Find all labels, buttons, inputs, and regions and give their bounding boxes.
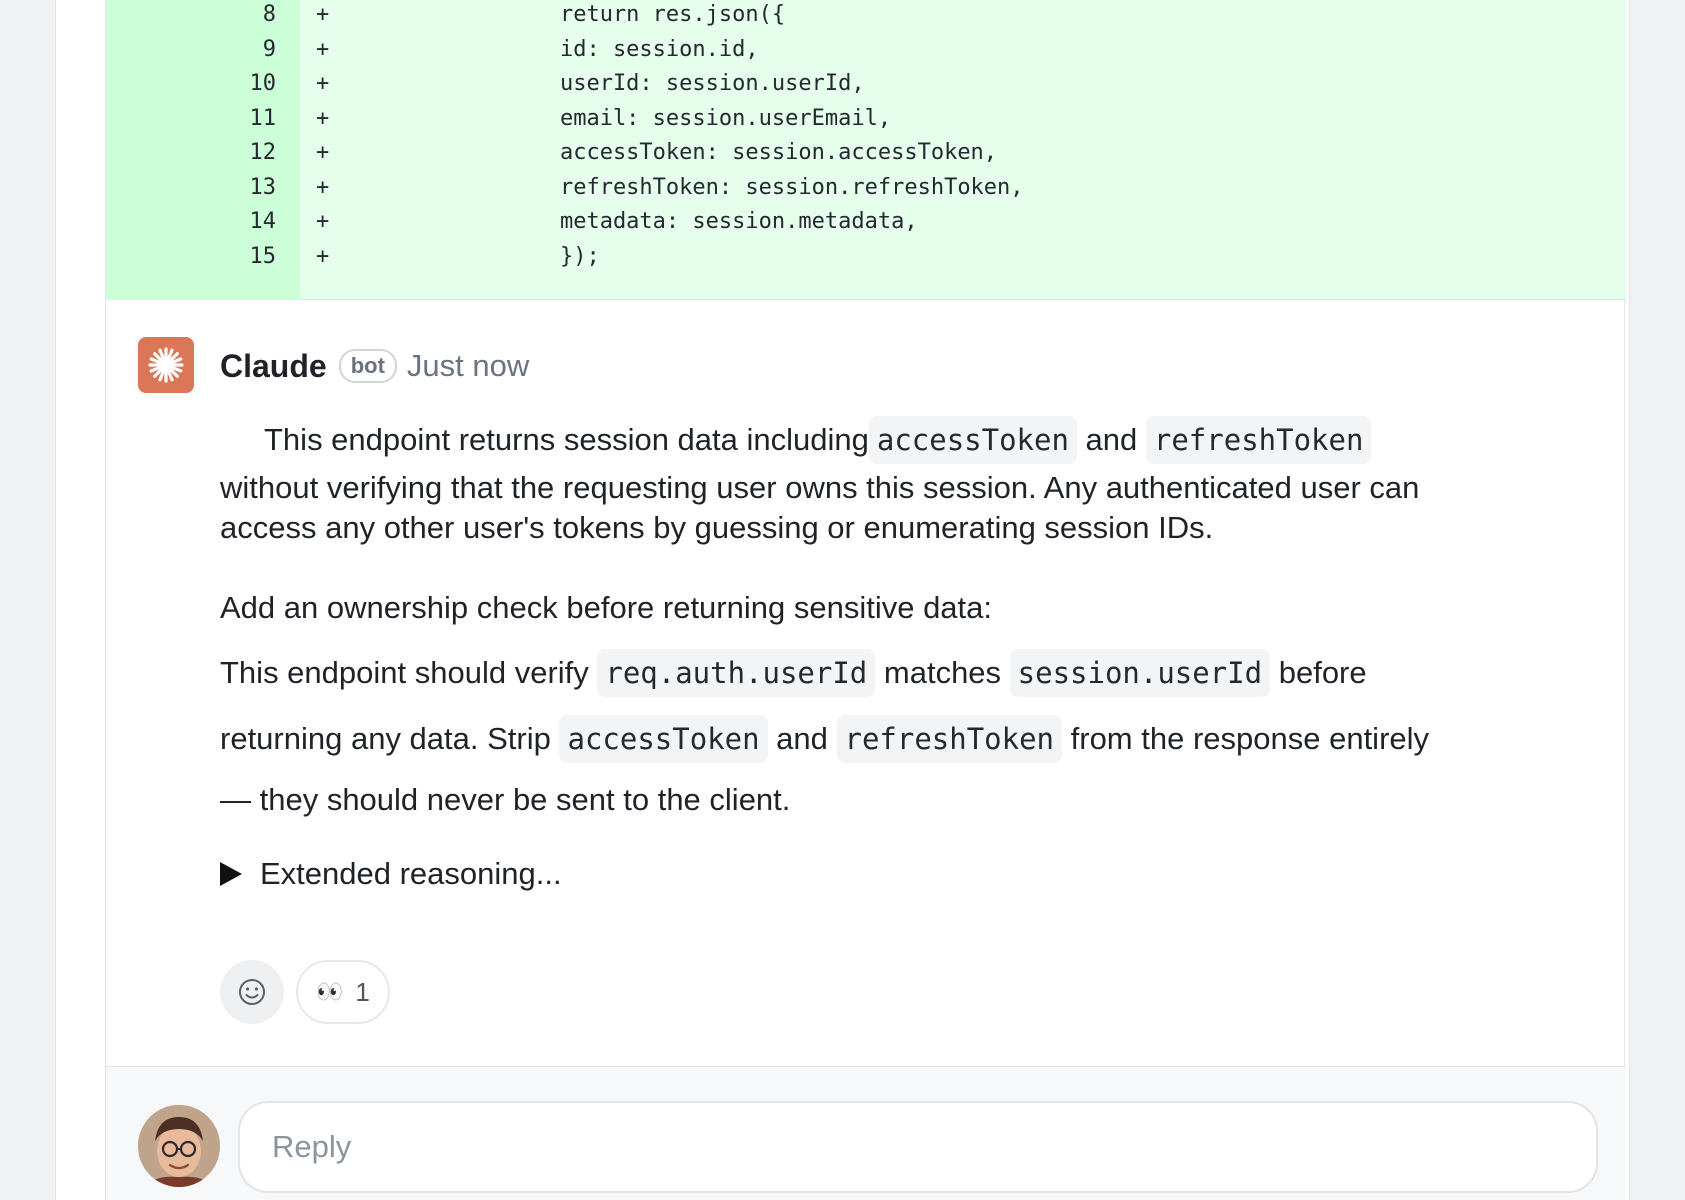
diff-line[interactable]: 9 + id: session.id, [106, 35, 1626, 69]
comment-header: Claude bot Just now [220, 344, 529, 388]
claude-avatar[interactable] [138, 337, 194, 393]
inline-code: refreshToken [836, 715, 1063, 763]
diff-addition-marker: + [316, 174, 330, 200]
line-number[interactable]: 13 [106, 175, 277, 200]
comment-paragraph-3: This endpoint should verify req.auth.use… [220, 640, 1650, 828]
diff-line[interactable]: 8 + return res.json({ [106, 0, 1626, 34]
diff-addition-marker: + [316, 71, 330, 96]
diff-code: metadata: session.metadata, [454, 209, 918, 234]
inline-code: accessToken [868, 416, 1077, 464]
smiley-icon [239, 979, 265, 1005]
inline-code: req.auth.userId [597, 649, 876, 697]
line-number[interactable]: 12 [106, 140, 277, 165]
diff-addition-marker: + [316, 36, 330, 62]
inline-code: accessToken [559, 715, 768, 763]
comment-paragraph-1: This endpoint returns session data inclu… [220, 412, 1650, 468]
text-span: This endpoint returns session data inclu… [264, 422, 869, 457]
diff-line[interactable]: 14 + metadata: session.metadata, [106, 207, 1626, 241]
inline-code: refreshToken [1145, 416, 1372, 464]
reaction-count: 1 [355, 976, 370, 1007]
diff-code: id: session.id, [454, 36, 759, 62]
diff-line[interactable]: 10 + userId: session.userId, [106, 69, 1626, 103]
add-reaction-button[interactable] [220, 960, 284, 1024]
extended-reasoning-toggle[interactable]: Extended reasoning... [220, 852, 562, 896]
diff-line[interactable]: 13 + refreshToken: session.refreshToken, [106, 173, 1626, 207]
diff-line[interactable]: 15 + }); [106, 242, 1626, 276]
line-number[interactable]: 9 [106, 37, 276, 62]
diff-code: }); [454, 243, 600, 269]
inline-code: session.userId [1009, 649, 1271, 697]
comment-author[interactable]: Claude [220, 348, 327, 385]
text-span: This endpoint should verify [220, 655, 598, 690]
text-span: returning any data. Strip [220, 721, 560, 756]
user-avatar[interactable] [138, 1105, 220, 1187]
text-span: and [1076, 422, 1146, 457]
diff-line[interactable]: 12 + accessToken: session.accessToken, [106, 138, 1626, 172]
line-number[interactable]: 8 [106, 2, 276, 27]
line-number[interactable]: 11 [106, 106, 277, 131]
pull-request-view: 8 + return res.json({ 9 + id: session.id, 10… [56, 0, 1629, 1200]
diff-hunk: 8 + return res.json({ 9 + id: session.id, 10… [106, 0, 1626, 300]
diff-addition-marker: + [316, 140, 330, 165]
line-number[interactable]: 15 [106, 244, 277, 269]
text-span: — they should never be sent to the clien… [220, 782, 791, 817]
review-thread: 8 + return res.json({ 9 + id: session.id, 10… [105, 0, 1626, 1200]
diff-code: return res.json({ [454, 2, 786, 27]
eyes-reaction-button[interactable]: 👀 1 [296, 960, 390, 1024]
extended-reasoning-label: Extended reasoning... [260, 856, 562, 891]
reply-input[interactable] [238, 1101, 1598, 1193]
diff-line[interactable]: 11 + email: session.userEmail, [106, 104, 1626, 138]
text-span: and [767, 721, 837, 756]
bot-badge: bot [338, 349, 397, 383]
reactions-bar: 👀 1 [220, 960, 390, 1024]
diff-code: email: session.userEmail, [454, 105, 892, 131]
diff-code: userId: session.userId, [454, 71, 865, 96]
text-span: matches [875, 655, 1010, 690]
text-span: before [1270, 655, 1367, 690]
reply-area [106, 1066, 1626, 1200]
line-number[interactable]: 14 [106, 209, 277, 234]
claude-asterisk-icon [148, 347, 184, 383]
comment-paragraph-1-rest: without verifying that the requesting us… [220, 470, 1420, 545]
comment-paragraph-2: Add an ownership check before returning … [220, 590, 993, 625]
comment-timestamp[interactable]: Just now [407, 348, 529, 384]
line-number[interactable]: 10 [106, 71, 277, 96]
triangle-right-icon [220, 862, 242, 886]
text-span: from the response entirely [1062, 721, 1430, 756]
diff-addition-marker: + [316, 243, 330, 269]
diff-addition-marker: + [316, 209, 330, 234]
diff-code: refreshToken: session.refreshToken, [454, 174, 1024, 200]
diff-addition-marker: + [316, 105, 330, 131]
left-gutter [0, 0, 56, 1200]
diff-code: accessToken: session.accessToken, [454, 140, 998, 165]
eyes-icon: 👀 [316, 979, 343, 1004]
diff-addition-marker: + [316, 2, 330, 27]
user-avatar-image [138, 1105, 220, 1187]
